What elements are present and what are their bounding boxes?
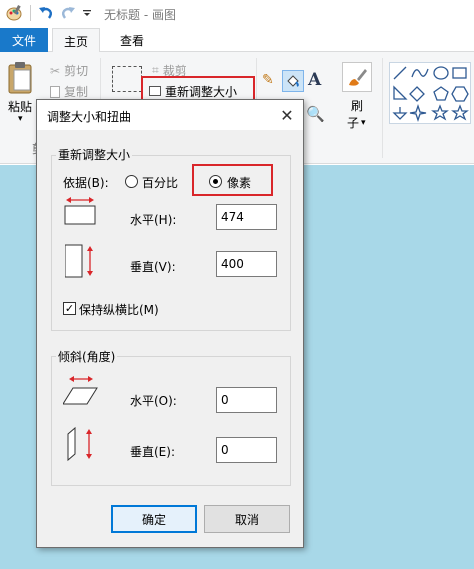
ok-button[interactable]: 确定: [111, 505, 197, 533]
skew-vertical-label: 垂直(E):: [130, 445, 175, 459]
text-tool-icon[interactable]: A: [308, 70, 321, 90]
window-title: 无标题 - 画图: [104, 8, 176, 22]
by-label: 依据(B):: [63, 176, 109, 190]
close-icon[interactable]: ✕: [271, 100, 303, 130]
shapes-gallery[interactable]: [389, 62, 471, 124]
paint-app-icon[interactable]: [4, 3, 24, 23]
percent-label[interactable]: 百分比: [142, 174, 178, 191]
brush-dropdown-icon: ▾: [361, 117, 366, 128]
select-icon[interactable]: [112, 66, 142, 92]
tab-view[interactable]: 查看: [108, 28, 156, 53]
vertical-resize-icon: [64, 243, 99, 279]
resize-group-label: 重新调整大小: [56, 146, 133, 163]
brush-icon[interactable]: [342, 62, 372, 92]
cut-label: 剪切: [64, 64, 89, 78]
resize-label: 重新调整大小: [165, 84, 238, 99]
skew-horizontal-field[interactable]: 0: [216, 387, 277, 413]
copy-label: 复制: [64, 85, 89, 99]
pencil-icon[interactable]: ✎: [262, 72, 274, 88]
paste-button[interactable]: [6, 60, 38, 100]
resize-skew-dialog: 调整大小和扭曲 ✕ 重新调整大小 依据(B): 百分比 像素 水平(H): 47…: [36, 99, 304, 548]
horizontal-resize-icon: [63, 196, 97, 226]
copy-icon: [50, 85, 60, 98]
cut-button[interactable]: ✂ 剪切: [50, 62, 88, 79]
vertical-label: 垂直(V):: [130, 260, 176, 274]
scissors-icon: ✂: [50, 63, 61, 78]
vertical-size-field[interactable]: 400: [216, 251, 277, 277]
copy-button[interactable]: 复制: [50, 83, 88, 100]
dialog-title-bar: 调整大小和扭曲 ✕: [37, 100, 303, 130]
cancel-button[interactable]: 取消: [204, 505, 290, 533]
skew-vertical-field[interactable]: 0: [216, 437, 277, 463]
redo-icon[interactable]: [58, 3, 78, 23]
undo-icon[interactable]: [36, 3, 56, 23]
fill-bucket-icon[interactable]: [282, 70, 304, 92]
title-divider: [27, 3, 33, 23]
customize-quick-access-icon[interactable]: [80, 3, 94, 23]
skew-horizontal-label: 水平(O):: [130, 394, 177, 408]
magnifier-icon[interactable]: 🔍: [306, 105, 325, 123]
tab-home[interactable]: 主页: [52, 28, 100, 53]
tab-file[interactable]: 文件: [0, 28, 48, 52]
dialog-title: 调整大小和扭曲: [47, 110, 132, 124]
brush-label[interactable]: 刷: [351, 97, 363, 114]
skew-group-label: 倾斜(角度): [56, 348, 118, 365]
horizontal-label: 水平(H):: [130, 213, 177, 227]
ribbon-tabs: 文件 主页 查看: [0, 28, 474, 53]
horizontal-size-field[interactable]: 474: [216, 204, 277, 230]
brush-label-text: 子: [347, 116, 360, 130]
vertical-skew-icon: [65, 426, 99, 462]
horizontal-skew-icon: [62, 375, 99, 407]
pixels-label[interactable]: 像素: [227, 174, 251, 191]
paste-dropdown-icon[interactable]: ▾: [18, 114, 23, 124]
paste-label[interactable]: 粘贴: [8, 98, 32, 115]
keep-aspect-label[interactable]: 保持纵横比(M): [79, 301, 159, 318]
keep-aspect-checkbox[interactable]: ✓: [63, 302, 76, 315]
pixels-radio[interactable]: [209, 175, 222, 188]
resize-icon: [149, 86, 161, 96]
brush-label-2[interactable]: 子 ▾: [347, 114, 366, 131]
title-bar: 无标题 - 画图: [0, 0, 474, 28]
ribbon-separator: [382, 58, 383, 158]
percent-radio[interactable]: [125, 175, 138, 188]
